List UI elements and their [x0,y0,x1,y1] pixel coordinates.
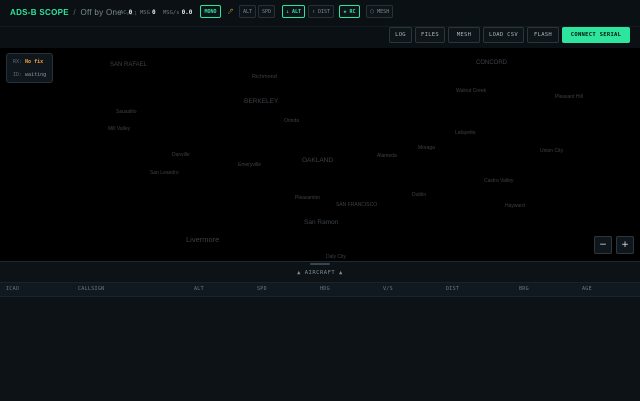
alt-filter-button[interactable]: ALT [239,5,256,18]
connect-serial-button[interactable]: CONNECT SERIAL [562,27,630,43]
message-count: MSG 0 [140,9,156,16]
map-label: Alameda [377,153,397,159]
map-label: SAN RAFAEL [110,62,148,68]
column-header-alt[interactable]: ALT [194,286,204,292]
map-label: Mill Valley [108,126,131,132]
map-label: Richmond [252,74,277,80]
column-header-dist[interactable]: DIST [446,286,459,292]
map-label: CONCORD [476,60,507,66]
map-label: Walnut Creek [456,88,487,94]
map-label: Hayward [505,203,525,209]
rx-value: No fix [25,59,44,65]
app-brand: ADS-B SCOPE / Off by One v0.1 [10,8,137,17]
column-header-icao[interactable]: ICAO [6,286,19,292]
zoom-out-button[interactable]: − [594,236,612,254]
map-label: SAN FRANCISCO [336,202,378,208]
receiver-id-status: ID: waiting [13,72,46,78]
map-label: OAKLAND [302,157,334,164]
files-button[interactable]: FILES [415,27,445,43]
id-label: ID: [13,72,23,78]
message-rate-label: MSG/s [163,10,180,16]
aircraft-panel-title[interactable]: ▲ AIRCRAFT ▲ [0,270,640,276]
map-view[interactable]: SAN RAFAEL Richmond CONCORD BERKELEY Wal… [0,48,640,261]
rx-label: RX: [13,59,23,65]
flash-button[interactable]: FLASH [527,27,559,43]
map-label: BERKELEY [244,98,279,105]
map-label: Daly City [326,254,347,260]
receiver-status-panel [6,53,53,83]
column-header-vs[interactable]: V/S [383,286,393,292]
mesh-button[interactable]: MESH [448,27,480,43]
message-rate-value: 0.0 [181,9,193,16]
receiver-fix-status: RX: No fix [13,59,43,65]
log-button[interactable]: LOG [389,27,412,43]
map-label: Lafayette [455,130,476,136]
mesh-toggle[interactable]: ⬡ MESH [366,5,393,18]
id-value: waiting [25,72,47,78]
brand-separator: / [73,8,76,17]
column-header-age[interactable]: AGE [582,286,592,292]
pen-icon[interactable]: 🖊 [224,5,237,18]
map-label: Orinda [284,118,300,124]
map-label: Pleasant Hill [555,94,583,100]
map-label: Livermore [186,235,220,244]
map-label: Moraga [418,145,435,151]
aircraft-count: AC 0 [120,9,132,16]
message-count-label: MSG [140,10,150,16]
map-label: Danville [172,152,190,158]
mono-toggle[interactable]: MONO [200,5,221,18]
map-label: Sausalito [116,109,137,115]
message-rate: MSG/s 0.0 [163,9,192,16]
spd-filter-button[interactable]: SPD [258,5,275,18]
map-label: Dublin [412,192,427,198]
map-label: Castro Valley [484,178,514,184]
map-label: Union City [540,148,564,154]
aircraft-count-value: 0 [128,9,133,16]
panel-resize-handle[interactable] [310,263,330,265]
column-header-hdg[interactable]: HDG [320,286,330,292]
map-label: San Ramon [304,219,339,226]
message-count-value: 0 [151,9,156,16]
rc-toggle[interactable]: ◈ RC [339,5,360,18]
zoom-in-button[interactable]: + [616,236,634,254]
aircraft-count-label: AC [120,10,127,16]
app-title: ADS-B SCOPE [10,8,69,17]
column-header-spd[interactable]: SPD [257,286,267,292]
map-label: San Leandro [150,170,179,176]
sort-alt-button[interactable]: ↓ ALT [282,5,305,18]
sort-dist-button[interactable]: ↑ DIST [308,5,334,18]
map-label: Emeryville [238,162,262,168]
column-header-brg[interactable]: BRG [519,286,529,292]
column-header-callsign[interactable]: CALLSIGN [78,286,104,292]
app-subtitle: Off by One [80,8,123,17]
load-csv-button[interactable]: LOAD CSV [483,27,524,43]
map-label: Pleasanton [295,195,321,201]
